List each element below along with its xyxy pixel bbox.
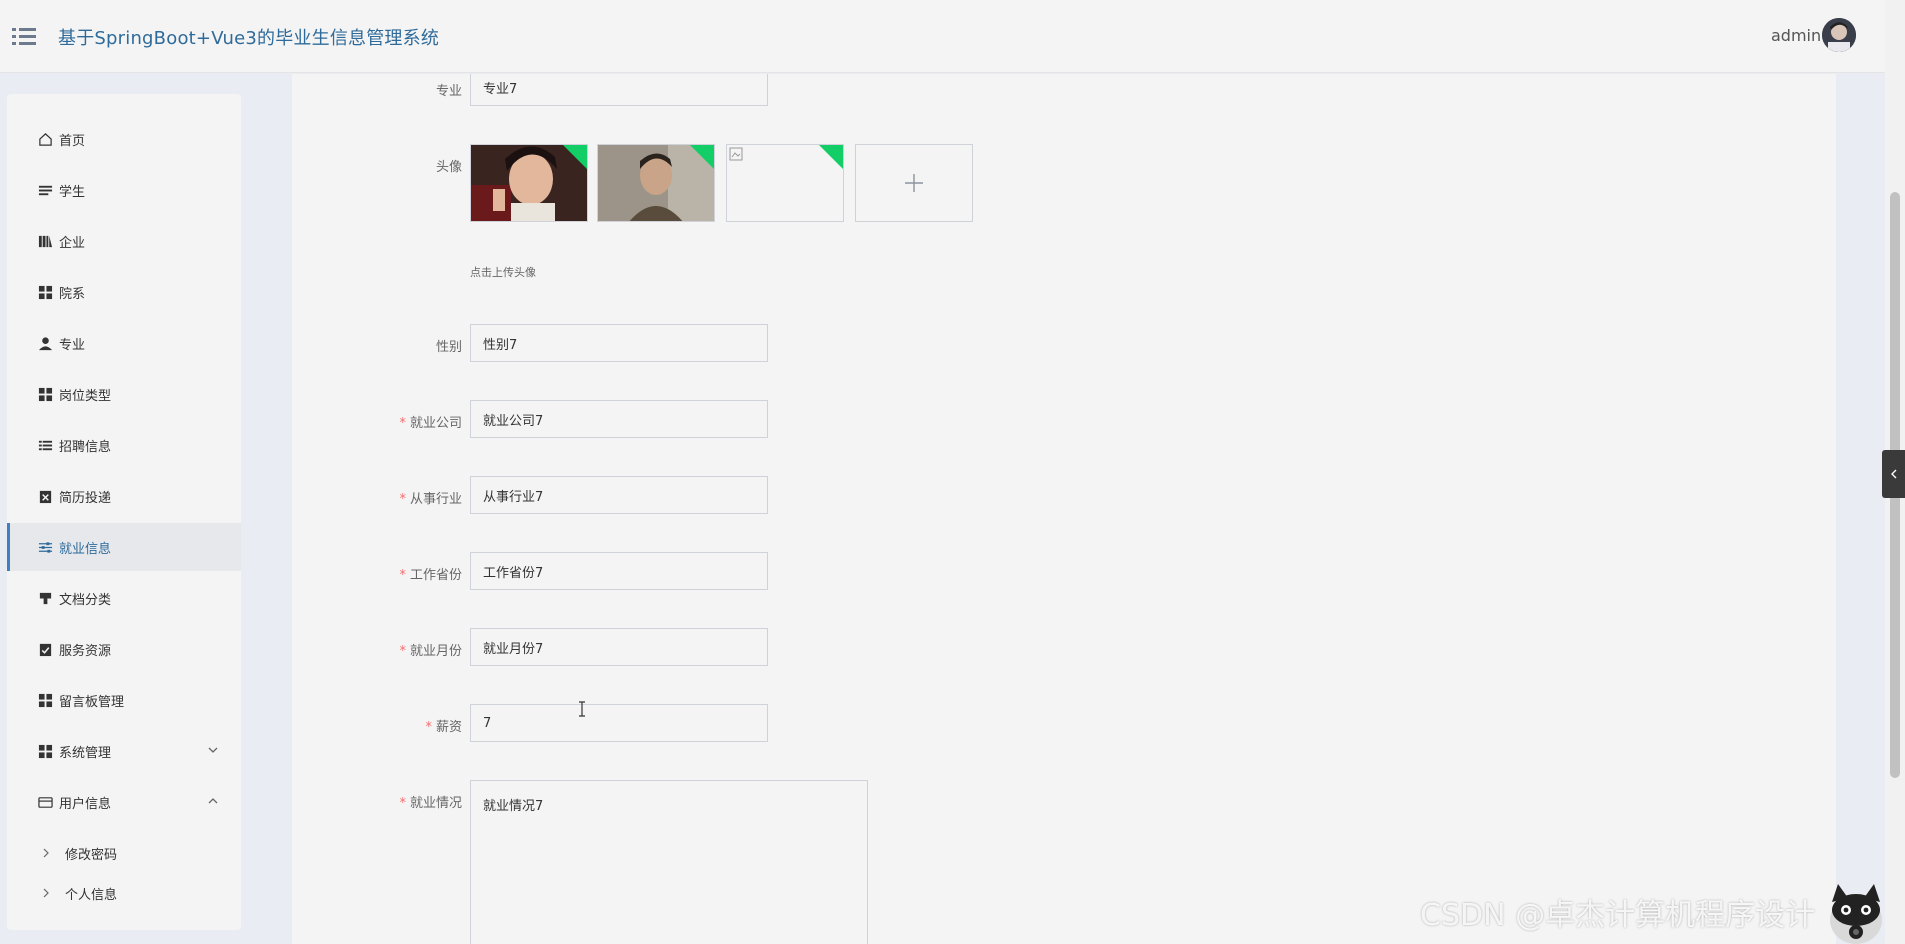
major-input[interactable]: 专业7 (470, 74, 768, 106)
sidebar-item-companies[interactable]: 企业 (7, 217, 241, 265)
grid-icon (37, 284, 53, 300)
sidebar-item-home[interactable]: 首页 (7, 115, 241, 163)
clipboard-check-icon (37, 641, 53, 657)
sidebar-item-label: 文档分类 (59, 592, 112, 608)
sidebar-subitem-label: 个人信息 (65, 887, 118, 903)
status-textarea[interactable]: 就业情况7 (470, 780, 868, 944)
plus-icon (905, 174, 923, 192)
sidebar-item-doc-categories[interactable]: 文档分类 (7, 574, 241, 622)
industry-label: * 从事行业 (399, 492, 462, 507)
month-input[interactable]: 就业月份7 (470, 628, 768, 666)
avatar-thumb-1[interactable] (470, 144, 588, 222)
broken-image-icon (729, 147, 743, 161)
chevron-down-icon (208, 747, 218, 753)
sidebar-item-message-board[interactable]: 留言板管理 (7, 676, 241, 724)
avatar-label: 头像 (435, 160, 462, 175)
side-panel-toggle[interactable] (1882, 450, 1905, 498)
avatar-thumb-2[interactable] (597, 144, 715, 222)
employment-form: 专业 专业7 头像 点击上传头像 性别 性别7 * 就业公司 就业公司7 * 从事行… (292, 74, 1836, 944)
user-icon (37, 335, 53, 351)
salary-label: * 薪资 (425, 720, 462, 735)
gender-label: 性别 (435, 340, 462, 355)
mascot-icon (1830, 884, 1882, 944)
sidebar-item-label: 系统管理 (59, 745, 112, 761)
sidebar-item-resumes[interactable]: 简历投递 (7, 472, 241, 520)
sidebar-item-majors[interactable]: 专业 (7, 319, 241, 367)
sidebar-item-label: 用户信息 (59, 796, 112, 812)
list-icon (37, 182, 53, 198)
upload-success-badge (689, 145, 714, 170)
month-label: * 就业月份 (399, 644, 462, 659)
salary-input[interactable]: 7 (470, 704, 768, 742)
sidebar-item-departments[interactable]: 院系 (7, 268, 241, 316)
upload-success-badge (818, 145, 843, 170)
sidebar-item-system[interactable]: 系统管理 (7, 727, 241, 775)
sliders-icon (37, 539, 53, 555)
home-icon (37, 131, 53, 147)
sidebar-item-label: 留言板管理 (59, 694, 125, 710)
app-title: 基于SpringBoot+Vue3的毕业生信息管理系统 (58, 28, 440, 49)
status-label: * 就业情况 (399, 796, 462, 811)
sidebar-item-label: 企业 (59, 235, 86, 251)
grid-icon (37, 386, 53, 402)
avatar[interactable] (1822, 18, 1856, 52)
upload-success-badge (562, 145, 587, 170)
sidebar-item-recruitment[interactable]: 招聘信息 (7, 421, 241, 469)
sidebar-item-label: 招聘信息 (59, 439, 112, 455)
major-label: 专业 (435, 84, 462, 99)
province-label: * 工作省份 (399, 568, 462, 583)
company-label: * 就业公司 (399, 416, 462, 431)
company-input[interactable]: 就业公司7 (470, 400, 768, 438)
text-cursor-icon (579, 701, 585, 717)
sidebar-item-label: 专业 (59, 337, 86, 353)
industry-input[interactable]: 从事行业7 (470, 476, 768, 514)
chevron-right-icon (43, 848, 49, 858)
chevron-left-icon (1890, 469, 1896, 479)
chevron-up-icon (208, 798, 218, 804)
upload-tip: 点击上传头像 (470, 266, 536, 279)
stamp-icon (37, 590, 53, 606)
sidebar-item-user-info[interactable]: 用户信息 (7, 778, 241, 826)
avatar-thumb-3[interactable] (726, 144, 844, 222)
province-input[interactable]: 工作省份7 (470, 552, 768, 590)
gender-input[interactable]: 性别7 (470, 324, 768, 362)
sidebar-item-label: 首页 (59, 133, 86, 149)
sidebar-item-resources[interactable]: 服务资源 (7, 625, 241, 673)
sidebar-item-label: 就业信息 (59, 541, 112, 557)
sidebar: 首页 学生 企业 院系 专业 岗位类型 招聘信息 简历投递 就业信息 文档分类 … (7, 94, 241, 930)
top-header: 基于SpringBoot+Vue3的毕业生信息管理系统 admin (0, 0, 1885, 73)
sidebar-item-job-types[interactable]: 岗位类型 (7, 370, 241, 418)
list-icon (37, 437, 53, 453)
sidebar-item-label: 服务资源 (59, 643, 112, 659)
building-icon (37, 233, 53, 249)
sidebar-subitem-change-password[interactable]: 修改密码 (7, 834, 241, 872)
sidebar-item-students[interactable]: 学生 (7, 166, 241, 214)
clipboard-x-icon (37, 488, 53, 504)
sidebar-item-label: 院系 (59, 286, 86, 302)
grid-icon (37, 692, 53, 708)
watermark: CSDN @卓杰计算机程序设计 (1420, 898, 1816, 933)
sidebar-item-employment[interactable]: 就业信息 (7, 523, 241, 571)
sidebar-subitem-profile[interactable]: 个人信息 (7, 874, 241, 912)
username[interactable]: admin (1771, 26, 1821, 45)
card-icon (37, 794, 53, 810)
sidebar-subitem-label: 修改密码 (65, 847, 118, 863)
upload-avatar-button[interactable] (855, 144, 973, 222)
sidebar-item-label: 岗位类型 (59, 388, 112, 404)
chevron-right-icon (43, 888, 49, 898)
menu-toggle-icon[interactable] (10, 22, 38, 50)
grid-icon (37, 743, 53, 759)
sidebar-item-label: 学生 (59, 184, 86, 200)
sidebar-item-label: 简历投递 (59, 490, 112, 506)
